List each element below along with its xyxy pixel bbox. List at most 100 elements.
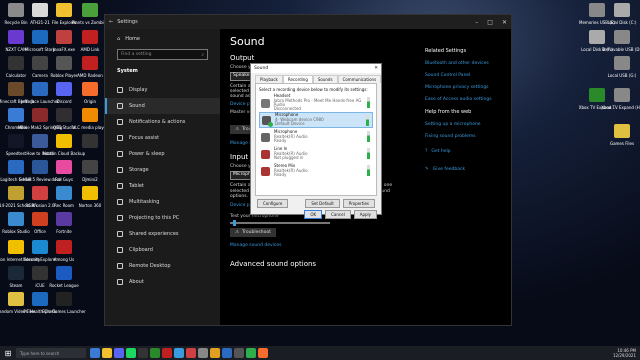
taskbar-app-icon[interactable]	[234, 348, 244, 358]
related-link[interactable]: Microphone privacy settings	[425, 85, 515, 90]
desktop-icon[interactable]: DJmini2	[78, 160, 102, 185]
sidebar-item-tablet[interactable]: Tablet	[105, 178, 220, 194]
desktop-icon[interactable]: Roblox Player	[50, 56, 78, 81]
dialog-close-icon[interactable]: ✕	[374, 66, 378, 71]
sidebar-item-clipboard[interactable]: Clipboard	[105, 242, 220, 258]
desktop-icon[interactable]: Movie Mak2 Spring Eg	[18, 108, 62, 133]
properties-button[interactable]: Properties	[342, 199, 375, 208]
sidebar-item-shared-experiences[interactable]: Shared experiences	[105, 226, 220, 242]
related-link[interactable]: Sound Control Panel	[425, 73, 515, 78]
ok-button[interactable]: OK	[304, 210, 323, 219]
settings-search-input[interactable]: Find a setting ⌕	[117, 49, 208, 60]
taskbar-app-icon[interactable]	[258, 348, 268, 358]
sidebar-item-notifications-actions[interactable]: Notifications & actions	[105, 114, 220, 130]
recording-device[interactable]: Stereo Mix Realtek(R) Audio Ready	[259, 163, 373, 179]
taskbar-app-icon[interactable]	[114, 348, 124, 358]
maximize-button[interactable]: □	[487, 19, 493, 26]
desktop-icon[interactable]: Rec Room	[52, 186, 76, 211]
related-link[interactable]: Bluetooth and other devices	[425, 61, 515, 66]
desktop-icon[interactable]: VLC media player	[72, 108, 108, 133]
desktop-icon[interactable]: AMD Radeon	[77, 56, 103, 81]
desktop-icon[interactable]: Discord	[52, 82, 76, 107]
taskbar-app-icon[interactable]	[102, 348, 112, 358]
help-link[interactable]: Setting up a microphone	[425, 122, 515, 127]
tab-playback[interactable]: Playback	[255, 75, 283, 83]
desktop-icon[interactable]: Local USB (G:)	[608, 56, 636, 81]
sidebar-item-focus-assist[interactable]: Focus assist	[105, 130, 220, 146]
taskbar-search-input[interactable]: Type here to search	[16, 348, 86, 358]
desktop-icon[interactable]: Rocket League	[49, 266, 79, 291]
taskbar-app-icon[interactable]	[90, 348, 100, 358]
desktop-icon[interactable]	[78, 134, 102, 154]
desktop-icon[interactable]: Fall Guys	[52, 160, 76, 185]
sidebar-item-sound[interactable]: Sound	[105, 98, 220, 114]
desktop-icon[interactable]: Jeffs Jace Launcher	[21, 82, 59, 107]
desktop-icon[interactable]: Local Disk (C:)	[608, 3, 636, 28]
sidebar-item-about[interactable]: About	[105, 274, 220, 290]
back-arrow-icon[interactable]: ←	[109, 19, 113, 25]
sidebar-item-multitasking[interactable]: Multitasking	[105, 194, 220, 210]
desktop-icon[interactable]: Games Files	[610, 124, 634, 149]
desktop-icon[interactable]: RGBFusion 2.0	[25, 186, 55, 211]
recording-device[interactable]: Microphone Realtek(R) Audio Ready	[259, 129, 373, 145]
desktop-icon[interactable]: Fortnite	[52, 212, 76, 237]
desktop-icon[interactable]: Epic Games Launcher	[42, 292, 86, 317]
windows-start-icon[interactable]: ⊞	[2, 348, 14, 358]
configure-button[interactable]: Configure	[257, 199, 289, 208]
troubleshoot-button[interactable]: ⚠ Troubleshoot	[230, 227, 276, 237]
desktop-icon[interactable]: Norton 360	[78, 186, 102, 211]
system-tray-clock[interactable]: 10:46 PM 12/29/2021	[613, 348, 636, 358]
desktop-icon[interactable]: Norton Cloud Backup	[43, 134, 85, 159]
help-link[interactable]: Fixing sound problems	[425, 134, 515, 139]
desktop-icon[interactable]: Camera	[28, 56, 52, 81]
sidebar-item-power-sleep[interactable]: Power & sleep	[105, 146, 220, 162]
desktop-icon[interactable]: Series 5 Review.docx	[19, 160, 61, 185]
taskbar-app-icon[interactable]	[210, 348, 220, 358]
taskbar-app-icon[interactable]	[198, 348, 208, 358]
desktop-icon[interactable]: Among Us	[52, 240, 76, 265]
desktop-icon[interactable]: Speedtest	[4, 134, 28, 159]
taskbar-app-icon[interactable]	[174, 348, 184, 358]
minimize-button[interactable]: –	[475, 19, 478, 26]
desktop-icon[interactable]: Office	[28, 212, 52, 237]
taskbar-app-icon[interactable]	[186, 348, 196, 358]
desktop-icon[interactable]: Removable USB (D:)	[602, 30, 640, 55]
sidebar-item-remote-desktop[interactable]: Remote Desktop	[105, 258, 220, 274]
get-help-link[interactable]: ? Get help	[425, 149, 515, 161]
manage-devices-link[interactable]: Manage sound devices	[230, 243, 501, 248]
give-feedback-link[interactable]: ✎ Give feedback	[425, 167, 515, 179]
desktop-icon[interactable]: Calculator	[4, 56, 28, 81]
desktop-icon[interactable]: Steam	[4, 266, 28, 291]
related-link[interactable]: Ease of Access audio settings	[425, 97, 515, 102]
tab-recording[interactable]: Recording	[282, 75, 313, 83]
taskbar-app-icon[interactable]	[162, 348, 172, 358]
desktop-icon[interactable]: Xbox TV Expand (H:)	[601, 88, 640, 113]
recording-device[interactable]: Headset Jabra Methods Pro - Meet Me Hands…	[259, 93, 373, 111]
desktop-icon[interactable]: Internet Explorer	[23, 240, 57, 265]
sidebar-item-storage[interactable]: Storage	[105, 162, 220, 178]
home-link[interactable]: ⌂ Home	[105, 29, 220, 47]
taskbar-app-icon[interactable]	[222, 348, 232, 358]
taskbar-app-icon[interactable]	[138, 348, 148, 358]
desktop-icon[interactable]: JavaFX.exe	[52, 30, 76, 55]
close-button[interactable]: ✕	[502, 19, 507, 26]
desktop-icon[interactable]: Recycle Bin	[4, 3, 28, 28]
tab-sounds[interactable]: Sounds	[312, 75, 338, 83]
cancel-button[interactable]: Cancel	[325, 210, 351, 219]
recording-device[interactable]: Line In Realtek(R) Audio Not plugged in	[259, 146, 373, 162]
desktop-icon[interactable]: Plants vs Zombies	[72, 3, 108, 28]
desktop-icon[interactable]: 2014-2021 School Arc	[0, 186, 38, 211]
sidebar-item-display[interactable]: Display	[105, 82, 220, 98]
tab-communications[interactable]: Communications	[337, 75, 382, 83]
taskbar-app-icon[interactable]	[246, 348, 256, 358]
desktop-icon[interactable]: ATH21-21	[28, 3, 52, 28]
desktop-icon[interactable]: AMD Link	[78, 30, 102, 55]
sidebar-item-projecting-to-this-pc[interactable]: Projecting to this PC	[105, 210, 220, 226]
taskbar-app-icon[interactable]	[126, 348, 136, 358]
desktop-icon[interactable]: Memories USB (E)	[579, 3, 615, 28]
taskbar-app-icon[interactable]	[150, 348, 160, 358]
set-default-button[interactable]: Set Default	[305, 199, 340, 208]
desktop-icon[interactable]: Microsoft Store	[25, 30, 55, 55]
desktop-icon[interactable]: Origin	[78, 82, 102, 107]
desktop-icon[interactable]: Roblox Studio	[2, 212, 30, 237]
